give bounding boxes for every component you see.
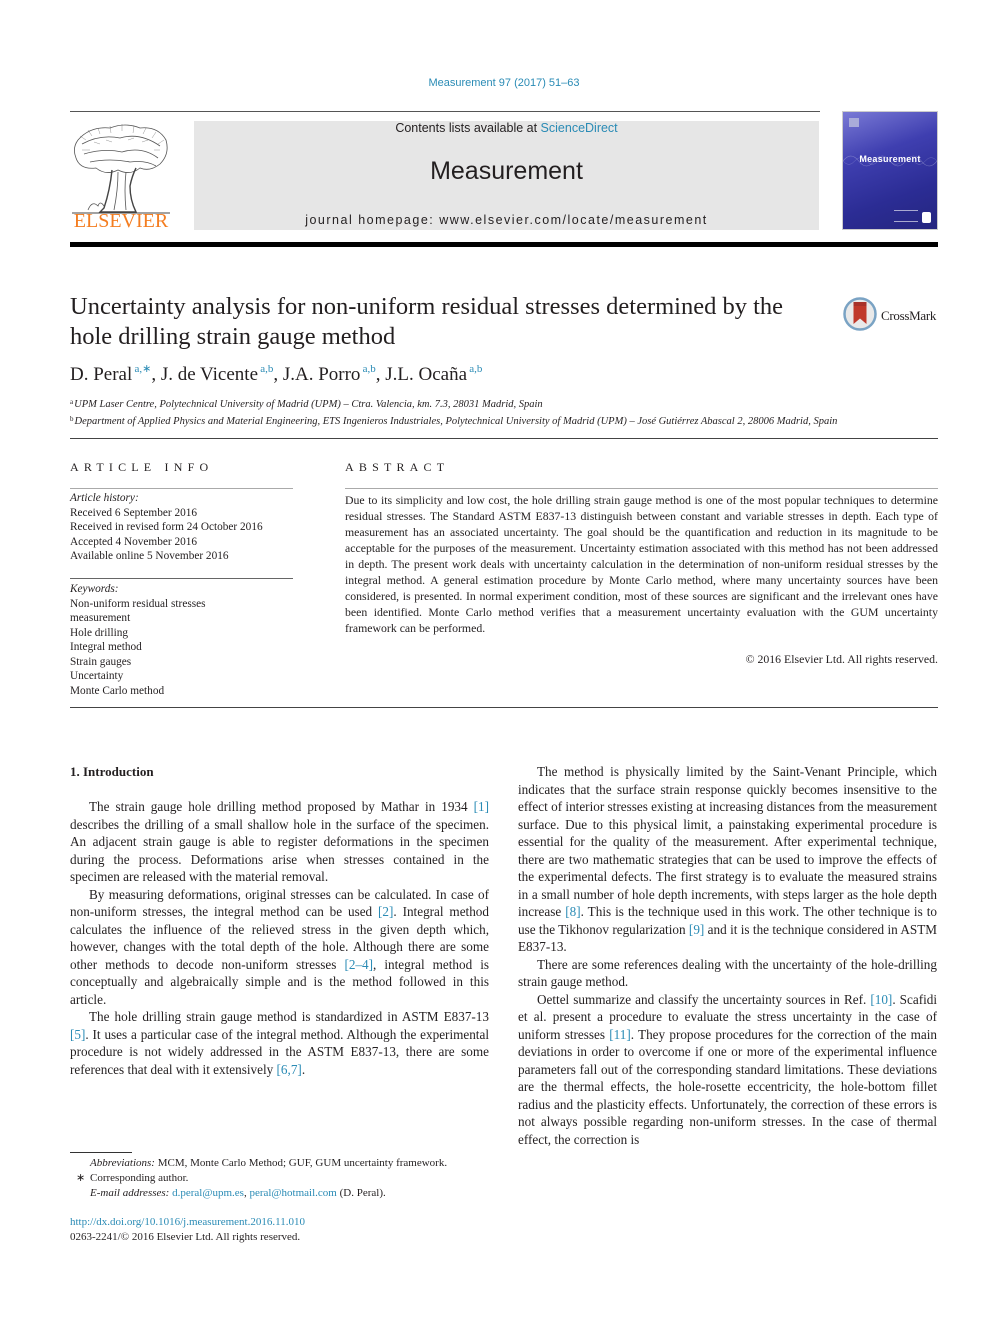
- article-info-heading: ARTICLE INFO: [70, 460, 214, 474]
- keyword-item: Integral method: [70, 641, 142, 653]
- author-list: D. Peral a,∗, J. de Vicente a,b, J.A. Po…: [70, 363, 483, 385]
- affiliation-mark: a: [70, 398, 74, 406]
- abstract-heading: ABSTRACT: [345, 460, 450, 474]
- affiliations: aUPM Laser Centre, Polytechnical Univers…: [70, 395, 950, 429]
- affiliation-a: aUPM Laser Centre, Polytechnical Univers…: [70, 395, 950, 412]
- citation-link[interactable]: [1]: [474, 799, 489, 814]
- body-paragraph: The method is physically limited by the …: [518, 764, 938, 954]
- section-heading-introduction: 1. Introduction: [70, 764, 154, 779]
- citation-link[interactable]: [5]: [70, 1027, 85, 1042]
- body-paragraph: Oettel summarize and classify the uncert…: [518, 991, 938, 1147]
- affiliation-text: UPM Laser Centre, Polytechnical Universi…: [74, 399, 543, 410]
- masthead-thick-rule: [70, 242, 938, 247]
- body-paragraph: The strain gauge hole drilling method pr…: [70, 799, 489, 884]
- journal-masthead: Contents lists available at ScienceDirec…: [194, 121, 819, 230]
- citation-link[interactable]: [2–4]: [344, 957, 373, 972]
- journal-homepage-link[interactable]: journal homepage: www.elsevier.com/locat…: [194, 213, 819, 227]
- contents-line: Contents lists available at ScienceDirec…: [194, 121, 819, 135]
- body-column-left: The strain gauge hole drilling method pr…: [70, 798, 489, 1078]
- affiliation-rule: [70, 438, 938, 439]
- keywords: Keywords: Non-uniform residual stresses …: [70, 582, 300, 698]
- article-info-rule: [70, 488, 293, 489]
- keyword-item: Hole drilling: [70, 626, 129, 639]
- footnote-abbreviations: Abbreviations: MCM, Monte Carlo Method; …: [70, 1156, 500, 1171]
- author-name[interactable]: D. Peral: [70, 364, 132, 385]
- cover-society-logo: [922, 212, 931, 223]
- article-title: Uncertainty analysis for non-uniform res…: [70, 293, 784, 350]
- email-link[interactable]: peral@hotmail.com: [249, 1187, 336, 1199]
- crossmark-button[interactable]: CrossMark: [843, 297, 943, 333]
- abstract-end-rule: [70, 707, 938, 708]
- cover-title: Measurement: [859, 154, 921, 164]
- elsevier-wordmark: ELSEVIER: [73, 210, 169, 232]
- author-affiliation-marks[interactable]: a,b: [258, 363, 273, 375]
- footnote-corresponding: ∗ Corresponding author.: [70, 1171, 500, 1186]
- journal-citation-link[interactable]: Measurement 97 (2017) 51–63: [0, 77, 992, 89]
- cover-publisher-logo: [849, 118, 859, 127]
- citation-link[interactable]: [8]: [565, 904, 580, 919]
- corresponding-text: Corresponding author.: [90, 1172, 189, 1184]
- keyword-item: measurement: [70, 612, 131, 624]
- corresponding-mark: ∗: [76, 1172, 86, 1184]
- article-history: Article history: Received 6 September 20…: [70, 491, 300, 564]
- keyword-item: Non-uniform residual stresses: [70, 597, 206, 610]
- citation-link[interactable]: [2]: [378, 904, 393, 919]
- abbreviations-label: Abbreviations:: [90, 1157, 155, 1169]
- author-name[interactable]: J.A. Porro: [283, 364, 361, 385]
- keywords-rule: [70, 578, 293, 579]
- doi-link[interactable]: http://dx.doi.org/10.1016/j.measurement.…: [70, 1215, 500, 1230]
- keyword-item: Uncertainty: [70, 670, 124, 682]
- author-affiliation-marks[interactable]: a,∗: [132, 363, 151, 375]
- author-affiliation-marks[interactable]: a,b: [467, 363, 482, 375]
- sciencedirect-link[interactable]: ScienceDirect: [541, 121, 618, 135]
- journal-cover-image: Measurement: [842, 111, 938, 230]
- abstract-text: Due to its simplicity and low cost, the …: [345, 493, 938, 635]
- body-paragraph: The hole drilling strain gauge method is…: [70, 1009, 489, 1077]
- abstract-rule: [345, 488, 938, 489]
- citation-link[interactable]: [9]: [689, 922, 704, 937]
- header-rule: [70, 111, 820, 112]
- email-link[interactable]: d.peral@upm.es: [172, 1187, 244, 1199]
- author-affiliation-marks[interactable]: a,b: [360, 363, 376, 375]
- body-paragraph: There are some references dealing with t…: [518, 956, 937, 990]
- footnotes: Abbreviations: MCM, Monte Carlo Method; …: [70, 1156, 500, 1201]
- history-entry: Accepted 4 November 2016: [70, 535, 198, 548]
- contents-prefix: Contents lists available at: [395, 121, 541, 135]
- citation-link[interactable]: [6,7]: [277, 1062, 302, 1077]
- keyword-item: Strain gauges: [70, 655, 132, 668]
- affiliation-mark: b: [70, 415, 74, 423]
- email-owner: (D. Peral).: [336, 1187, 386, 1199]
- crossmark-label: CrossMark: [881, 308, 937, 323]
- author-name[interactable]: J.L. Ocaña: [385, 364, 467, 385]
- history-entry: Available online 5 November 2016: [70, 550, 229, 562]
- email-label: E-mail addresses:: [90, 1187, 170, 1199]
- body-paragraph: By measuring deformations, original stre…: [70, 886, 489, 1007]
- author-name[interactable]: J. de Vicente: [161, 364, 258, 385]
- footnote-rule: [70, 1152, 132, 1153]
- issn-copyright: 0263-2241/© 2016 Elsevier Ltd. All right…: [70, 1231, 301, 1243]
- affiliation-b: bDepartment of Applied Physics and Mater…: [70, 412, 950, 429]
- footnote-emails: E-mail addresses: d.peral@upm.es, peral@…: [90, 1187, 386, 1199]
- journal-title: Measurement: [430, 157, 583, 185]
- keyword-item: Monte Carlo method: [70, 684, 165, 697]
- history-entry: Received in revised form 24 October 2016: [70, 521, 263, 533]
- cover-imprint-lines: [894, 210, 918, 222]
- abstract-copyright: © 2016 Elsevier Ltd. All rights reserved…: [745, 652, 938, 666]
- abbreviations-text: MCM, Monte Carlo Method; GUF, GUM uncert…: [154, 1157, 448, 1169]
- history-entry: Received 6 September 2016: [70, 506, 198, 519]
- keywords-label: Keywords:: [70, 583, 119, 595]
- doi-block: http://dx.doi.org/10.1016/j.measurement.…: [70, 1215, 500, 1245]
- affiliation-text: Department of Applied Physics and Materi…: [74, 416, 838, 427]
- citation-link[interactable]: [11]: [609, 1027, 630, 1042]
- body-column-right: The method is physically limited by the …: [518, 763, 937, 1148]
- article-history-label: Article history:: [70, 492, 139, 504]
- citation-link[interactable]: [10]: [870, 992, 892, 1007]
- crossmark-icon: [843, 297, 877, 331]
